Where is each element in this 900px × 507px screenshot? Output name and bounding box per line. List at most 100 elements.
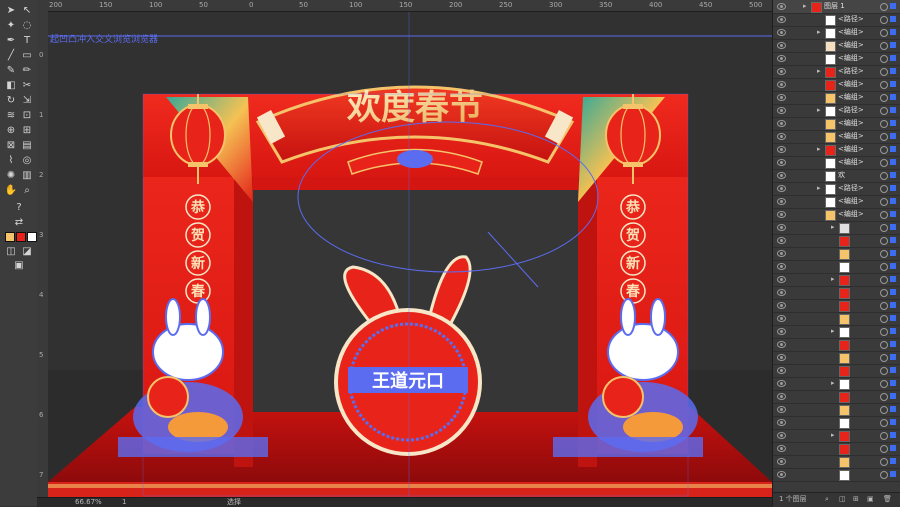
visibility-eye-icon[interactable] xyxy=(777,68,786,75)
layer-row[interactable] xyxy=(773,247,900,261)
layer-name[interactable]: <路径> xyxy=(838,182,864,195)
layer-row[interactable]: <编组> xyxy=(773,195,900,209)
expand-arrow-icon[interactable]: ▸ xyxy=(817,67,821,75)
target-circle-icon[interactable] xyxy=(880,328,888,336)
target-circle-icon[interactable] xyxy=(880,198,888,206)
layer-name[interactable]: <路径> xyxy=(838,104,864,117)
visibility-eye-icon[interactable] xyxy=(777,42,786,49)
target-circle-icon[interactable] xyxy=(880,380,888,388)
layer-row[interactable] xyxy=(773,390,900,404)
target-circle-icon[interactable] xyxy=(880,458,888,466)
visibility-eye-icon[interactable] xyxy=(777,341,786,348)
visibility-eye-icon[interactable] xyxy=(777,133,786,140)
target-circle-icon[interactable] xyxy=(880,55,888,63)
target-circle-icon[interactable] xyxy=(880,276,888,284)
visibility-eye-icon[interactable] xyxy=(777,380,786,387)
visibility-eye-icon[interactable] xyxy=(777,432,786,439)
target-circle-icon[interactable] xyxy=(880,224,888,232)
layer-name[interactable]: 图层 1 xyxy=(824,0,845,13)
gradient-tool-icon[interactable]: ▤ xyxy=(19,139,35,153)
scissors-tool-icon[interactable]: ✂ xyxy=(19,79,35,93)
lasso-tool-icon[interactable]: ◌ xyxy=(19,19,35,33)
layer-row[interactable]: ▸ <路径> xyxy=(773,65,900,79)
layer-name[interactable]: 欢 xyxy=(838,169,845,182)
target-circle-icon[interactable] xyxy=(880,237,888,245)
layer-name[interactable]: <编组> xyxy=(838,26,864,39)
layer-name[interactable]: <路径> xyxy=(838,65,864,78)
selection-tool-icon[interactable]: ➤ xyxy=(3,4,19,18)
expand-arrow-icon[interactable]: ▸ xyxy=(817,184,821,192)
horizontal-ruler[interactable]: 200 150 100 50 0 50 100 150 200 250 300 350 400 450 50… xyxy=(37,0,772,12)
layer-row[interactable]: ▸ xyxy=(773,377,900,391)
target-circle-icon[interactable] xyxy=(880,146,888,154)
layer-row[interactable]: ▸ xyxy=(773,221,900,235)
zoom-tool-icon[interactable]: ⌕ xyxy=(19,184,35,198)
drawing-mode-icon[interactable]: ◫ xyxy=(3,245,19,259)
visibility-eye-icon[interactable] xyxy=(777,211,786,218)
layer-name[interactable]: <编组> xyxy=(838,195,864,208)
visibility-eye-icon[interactable] xyxy=(777,263,786,270)
layer-name[interactable]: <路径> xyxy=(838,13,864,26)
target-circle-icon[interactable] xyxy=(880,419,888,427)
visibility-eye-icon[interactable] xyxy=(777,471,786,478)
layer-row[interactable]: ▸ <路径> xyxy=(773,182,900,196)
expand-arrow-icon[interactable]: ▸ xyxy=(817,106,821,114)
layer-row[interactable] xyxy=(773,338,900,352)
layer-name[interactable]: <编组> xyxy=(838,143,864,156)
target-circle-icon[interactable] xyxy=(880,250,888,258)
layer-row[interactable]: 欢 xyxy=(773,169,900,183)
layer-row[interactable]: ▸ xyxy=(773,429,900,443)
visibility-eye-icon[interactable] xyxy=(777,354,786,361)
visibility-eye-icon[interactable] xyxy=(777,146,786,153)
eyedropper-tool-icon[interactable]: ⌇ xyxy=(3,154,19,168)
type-tool-icon[interactable]: T xyxy=(19,34,35,48)
target-circle-icon[interactable] xyxy=(880,3,888,11)
rectangle-tool-icon[interactable]: ▭ xyxy=(19,49,35,63)
target-circle-icon[interactable] xyxy=(880,29,888,37)
new-layer-icon[interactable]: ▣ xyxy=(867,495,874,504)
target-circle-icon[interactable] xyxy=(880,289,888,297)
visibility-eye-icon[interactable] xyxy=(777,55,786,62)
hand-tool-icon[interactable]: ✋ xyxy=(3,184,19,198)
layer-row[interactable] xyxy=(773,468,900,482)
document-canvas[interactable]: 欢度春节 恭贺新春 恭贺新春 王道元口 起凹凸冲入交文浏览浏览器 xyxy=(48,12,772,499)
target-circle-icon[interactable] xyxy=(880,94,888,102)
target-circle-icon[interactable] xyxy=(880,185,888,193)
layer-name[interactable]: <编组> xyxy=(838,78,864,91)
layer-row[interactable]: <编组> xyxy=(773,208,900,222)
visibility-eye-icon[interactable] xyxy=(777,458,786,465)
layer-row[interactable]: ▸ xyxy=(773,273,900,287)
perspective-tool-icon[interactable]: ⊞ xyxy=(19,124,35,138)
layer-row[interactable] xyxy=(773,364,900,378)
target-circle-icon[interactable] xyxy=(880,367,888,375)
new-sublayer-icon[interactable]: ⊞ xyxy=(853,495,859,504)
visibility-eye-icon[interactable] xyxy=(777,237,786,244)
none-swatch[interactable] xyxy=(27,232,37,242)
visibility-eye-icon[interactable] xyxy=(777,302,786,309)
pen-tool-icon[interactable]: ✒ xyxy=(3,34,19,48)
visibility-eye-icon[interactable] xyxy=(777,393,786,400)
layer-row[interactable] xyxy=(773,455,900,469)
layer-row[interactable] xyxy=(773,260,900,274)
target-circle-icon[interactable] xyxy=(880,133,888,141)
visibility-eye-icon[interactable] xyxy=(777,367,786,374)
visibility-eye-icon[interactable] xyxy=(777,159,786,166)
visibility-eye-icon[interactable] xyxy=(777,406,786,413)
visibility-eye-icon[interactable] xyxy=(777,94,786,101)
expand-arrow-icon[interactable]: ▸ xyxy=(831,223,835,231)
target-circle-icon[interactable] xyxy=(880,68,888,76)
layer-row[interactable]: <编组> xyxy=(773,117,900,131)
fill-swatch[interactable] xyxy=(5,232,15,242)
expand-arrow-icon[interactable]: ▸ xyxy=(817,28,821,36)
layer-row[interactable]: ▸ <路径> xyxy=(773,104,900,118)
visibility-eye-icon[interactable] xyxy=(777,198,786,205)
free-transform-tool-icon[interactable]: ⊡ xyxy=(19,109,35,123)
layer-row[interactable] xyxy=(773,403,900,417)
magic-wand-tool-icon[interactable]: ✦ xyxy=(3,19,19,33)
target-circle-icon[interactable] xyxy=(880,263,888,271)
target-circle-icon[interactable] xyxy=(880,406,888,414)
expand-arrow-icon[interactable]: ▸ xyxy=(831,327,835,335)
artwork[interactable]: 欢度春节 恭贺新春 恭贺新春 王道元口 起凹凸冲入交文浏览浏览器 xyxy=(48,12,772,499)
shape-builder-tool-icon[interactable]: ⊕ xyxy=(3,124,19,138)
target-circle-icon[interactable] xyxy=(880,445,888,453)
